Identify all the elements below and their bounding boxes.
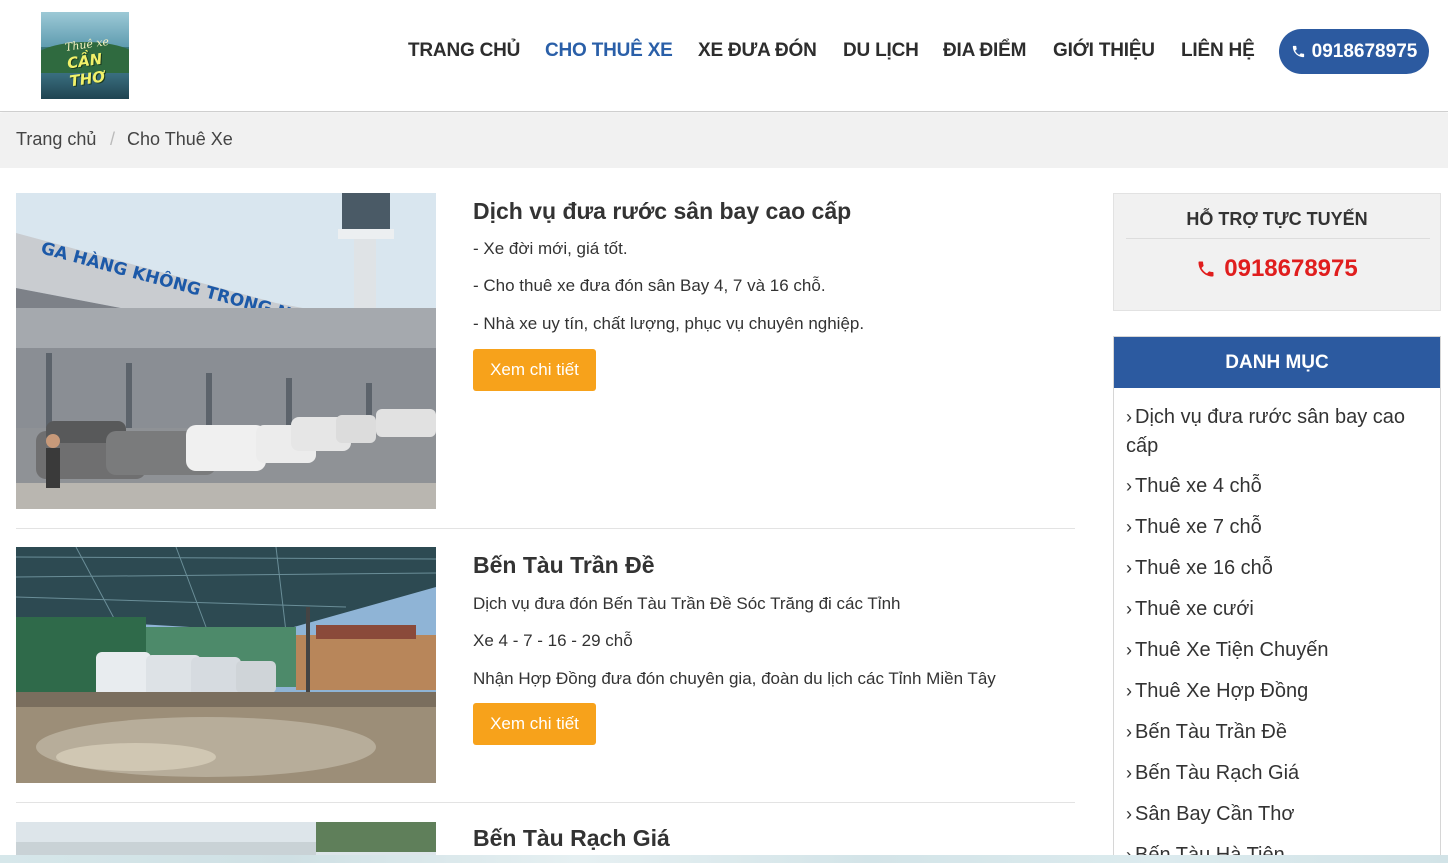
category-label: Thuê Xe Tiện Chuyến: [1135, 639, 1329, 661]
category-item[interactable]: › Thuê xe 4 chỗ: [1126, 472, 1426, 501]
nav-item-about[interactable]: GIỚI THIỆU: [1053, 40, 1155, 62]
header-phone-button[interactable]: 0918678975: [1279, 29, 1429, 74]
chevron-right-icon: ›: [1126, 407, 1132, 427]
category-item[interactable]: › Thuê xe 7 chỗ: [1126, 513, 1426, 542]
article-desc-line: - Nhà xe uy tín, chất lượng, phục vụ chu…: [473, 314, 865, 333]
article-item: GA HÀNG KHÔNG TRONG NƯỚC Dịch vụ đưa rướ…: [16, 193, 1075, 509]
phone-icon: [1198, 261, 1214, 277]
category-item[interactable]: › Sân Bay Cần Thơ: [1126, 800, 1426, 829]
category-title: DANH MỤC: [1114, 337, 1440, 388]
article-title[interactable]: Bến Tàu Rạch Giá: [473, 825, 670, 852]
chevron-right-icon: ›: [1126, 558, 1132, 578]
article-desc-line: Xe 4 - 7 - 16 - 29 chỗ: [473, 631, 633, 650]
chevron-right-icon: ›: [1126, 722, 1132, 742]
article-divider: [16, 802, 1075, 803]
category-label: Sân Bay Cần Thơ: [1135, 803, 1295, 825]
chevron-right-icon: ›: [1126, 681, 1132, 701]
view-detail-button[interactable]: Xem chi tiết: [473, 703, 596, 745]
support-phone-link[interactable]: 0918678975: [1114, 255, 1440, 283]
category-item[interactable]: › Dịch vụ đưa rước sân bay cao cấp: [1126, 403, 1426, 461]
nav-item-car-rental[interactable]: CHO THUÊ XE: [545, 40, 673, 62]
article-item: Bến Tàu Trần Đề Dịch vụ đưa đón Bến Tàu …: [16, 547, 1075, 783]
category-item[interactable]: › Thuê xe cưới: [1126, 595, 1426, 624]
support-divider: [1126, 238, 1430, 239]
view-detail-button[interactable]: Xem chi tiết: [473, 349, 596, 391]
article-divider: [16, 528, 1075, 529]
article-image-ferry-terminal[interactable]: [16, 547, 436, 783]
category-label: Bến Tàu Rạch Giá: [1135, 762, 1300, 784]
chevron-right-icon: ›: [1126, 599, 1132, 619]
breadcrumb-current: Cho Thuê Xe: [127, 129, 233, 149]
category-label: Bến Tàu Trần Đề: [1135, 721, 1287, 743]
site-logo[interactable]: Thuê xe CẦN THƠ: [41, 12, 129, 99]
bottom-banner-strip: [0, 855, 1448, 863]
chevron-right-icon: ›: [1126, 476, 1132, 496]
article-title[interactable]: Bến Tàu Trần Đề: [473, 552, 654, 579]
phone-icon: [1292, 45, 1304, 58]
category-item[interactable]: › Bến Tàu Rạch Giá: [1126, 759, 1426, 788]
category-item[interactable]: › Thuê xe 16 chỗ: [1126, 554, 1426, 583]
article-desc-line: - Cho thuê xe đưa đón sân Bay 4, 7 và 16…: [473, 276, 826, 295]
nav-item-places[interactable]: ĐIA ĐIỂM: [943, 40, 1026, 62]
category-box: DANH MỤC › Dịch vụ đưa rước sân bay cao c…: [1113, 336, 1441, 863]
nav-item-travel[interactable]: DU LỊCH: [843, 40, 919, 62]
chevron-right-icon: ›: [1126, 640, 1132, 660]
breadcrumb-separator: /: [110, 129, 116, 149]
header-phone-number: 0918678975: [1311, 40, 1418, 62]
category-label: Thuê Xe Hợp Đồng: [1135, 680, 1309, 702]
support-title: HỖ TRỢ TỰC TUYẾN: [1186, 209, 1368, 229]
site-header: Thuê xe CẦN THƠ TRANG CHỦ CHO THUÊ XE XE…: [0, 0, 1448, 112]
nav-item-home[interactable]: TRANG CHỦ: [408, 40, 520, 62]
breadcrumb-home[interactable]: Trang chủ: [16, 129, 96, 150]
category-item[interactable]: › Thuê Xe Hợp Đồng: [1126, 677, 1426, 706]
nav-item-contact[interactable]: LIÊN HỆ: [1181, 40, 1255, 62]
article-desc-line: Dịch vụ đưa đón Bến Tàu Trần Đề Sóc Trăn…: [473, 594, 901, 613]
category-label: Thuê xe 7 chỗ: [1135, 516, 1262, 538]
nav-item-shuttle[interactable]: XE ĐƯA ĐÓN: [698, 40, 817, 62]
category-label: Thuê xe cưới: [1135, 598, 1254, 620]
chevron-right-icon: ›: [1126, 763, 1132, 783]
article-desc-line: Nhận Hợp Đồng đưa đón chuyên gia, đoàn d…: [473, 669, 996, 688]
category-item[interactable]: › Thuê Xe Tiện Chuyến: [1126, 636, 1426, 665]
article-desc-line: - Xe đời mới, giá tốt.: [473, 239, 628, 258]
category-label: Thuê xe 16 chỗ: [1135, 557, 1273, 579]
article-title[interactable]: Dịch vụ đưa rước sân bay cao cấp: [473, 198, 851, 225]
chevron-right-icon: ›: [1126, 517, 1132, 537]
support-phone-number: 0918678975: [1224, 255, 1358, 282]
category-label: Thuê xe 4 chỗ: [1135, 475, 1262, 497]
category-label: Dịch vụ đưa rước sân bay cao cấp: [1126, 406, 1406, 457]
chevron-right-icon: ›: [1126, 804, 1132, 824]
category-item[interactable]: › Bến Tàu Trần Đề: [1126, 718, 1426, 747]
support-box: HỖ TRỢ TỰC TUYẾN 0918678975: [1113, 193, 1441, 311]
article-image-airport[interactable]: GA HÀNG KHÔNG TRONG NƯỚC: [16, 193, 436, 509]
